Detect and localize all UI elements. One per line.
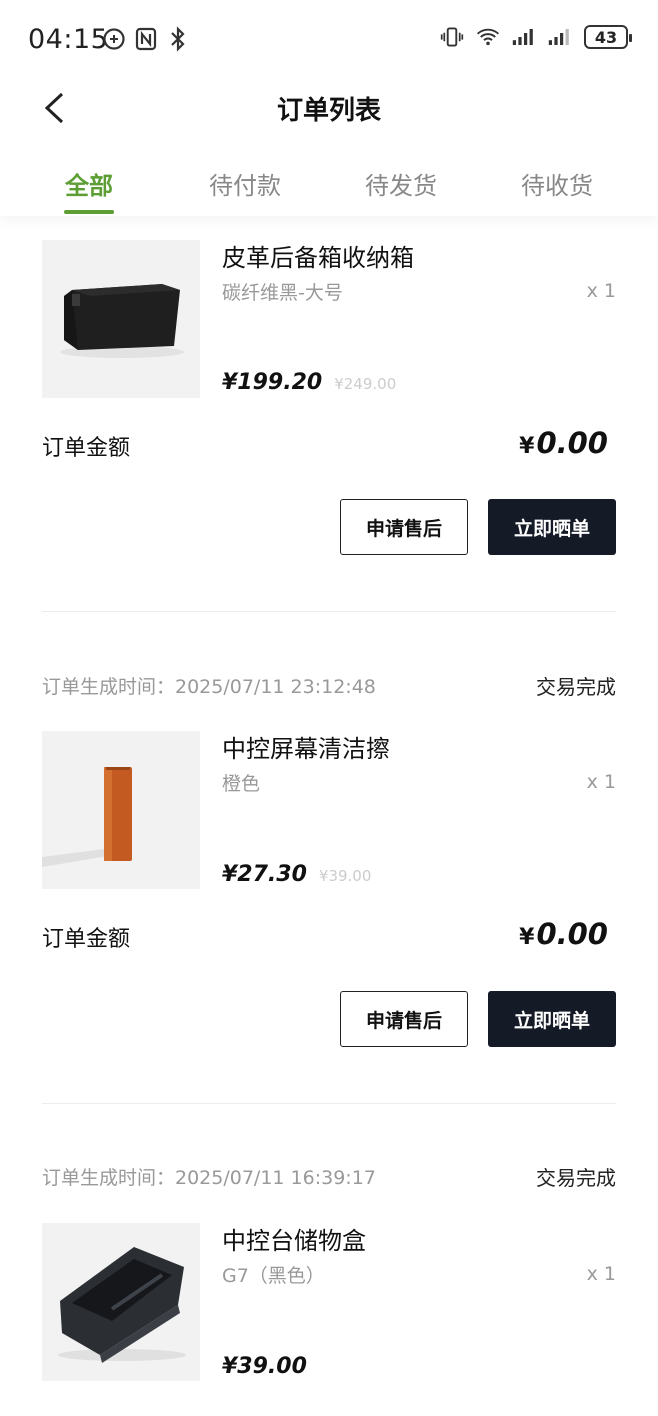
vibrate-icon	[440, 24, 464, 50]
nfc-icon	[134, 26, 158, 52]
order-total-label: 订单金额	[42, 436, 131, 461]
order-status: 交易完成	[536, 674, 616, 699]
order-header: 订单生成时间：2025/07/11 16:39:17 交易完成	[42, 1161, 616, 1191]
signal-icon	[512, 24, 536, 50]
signal-icon	[548, 24, 572, 50]
product-price-row: ¥27.30 ¥39.00	[222, 862, 371, 887]
product-price: ¥199.20	[222, 370, 323, 395]
data-saver-icon	[102, 26, 126, 52]
nav-bar: 订单列表	[0, 80, 658, 136]
product-image[interactable]	[42, 240, 200, 398]
tab-pending-receipt[interactable]: 待收货	[479, 150, 635, 216]
product-spec: 碳纤维黑-大号	[222, 282, 343, 304]
product-price-row: ¥39.00	[222, 1354, 307, 1379]
order-tabs: 全部 待付款 待发货 待收货	[0, 150, 658, 216]
order-divider	[42, 1103, 616, 1104]
product-price: ¥39.00	[222, 1354, 307, 1379]
original-price: ¥249.00	[334, 375, 397, 393]
order-header: 订单生成时间：2025/07/11 23:12:48 交易完成	[42, 670, 616, 700]
product-quantity: x 1	[586, 1263, 616, 1285]
product-image[interactable]	[42, 1223, 200, 1381]
tab-pending-shipment[interactable]: 待发货	[323, 150, 479, 216]
order-time: 订单生成时间：2025/07/11 23:12:48	[42, 675, 376, 698]
order-total-value: ¥0.00	[519, 426, 608, 460]
total-amount: 0.00	[536, 917, 608, 951]
product-price-row: ¥199.20 ¥249.00	[222, 370, 396, 395]
product-quantity: x 1	[586, 771, 616, 793]
tab-pending-payment[interactable]: 待付款	[167, 150, 323, 216]
after-sale-button[interactable]: 申请售后	[340, 499, 468, 555]
product-name[interactable]: 皮革后备箱收纳箱	[222, 238, 414, 273]
after-sale-button[interactable]: 申请售后	[340, 991, 468, 1047]
product-image[interactable]	[42, 731, 200, 889]
product-name[interactable]: 中控屏幕清洁擦	[222, 729, 390, 764]
battery-indicator: 43	[584, 25, 632, 49]
product-quantity: x 1	[586, 280, 616, 302]
status-right-icons: 43	[440, 24, 632, 50]
wifi-icon	[476, 24, 500, 50]
page-title: 订单列表	[276, 96, 381, 126]
order-status: 交易完成	[536, 1165, 616, 1190]
bluetooth-icon	[166, 26, 190, 52]
status-left-icons	[102, 26, 190, 52]
tab-all[interactable]: 全部	[11, 150, 167, 216]
order-divider	[42, 611, 616, 612]
order-time: 订单生成时间：2025/07/11 16:39:17	[42, 1166, 376, 1189]
currency-symbol: ¥	[519, 925, 535, 950]
total-amount: 0.00	[536, 426, 608, 460]
share-review-button[interactable]: 立即晒单	[488, 499, 616, 555]
product-spec: G7（黑色）	[222, 1265, 325, 1287]
order-total-value: ¥0.00	[519, 917, 608, 951]
status-bar: 04:15 43	[0, 0, 658, 80]
original-price: ¥39.00	[318, 867, 372, 885]
status-time: 04:15	[28, 24, 109, 55]
currency-symbol: ¥	[519, 434, 535, 459]
product-spec: 橙色	[222, 773, 261, 795]
product-price: ¥27.30	[222, 862, 307, 887]
share-review-button[interactable]: 立即晒单	[488, 991, 616, 1047]
order-total-label: 订单金额	[42, 927, 131, 952]
product-name[interactable]: 中控台储物盒	[222, 1221, 366, 1256]
